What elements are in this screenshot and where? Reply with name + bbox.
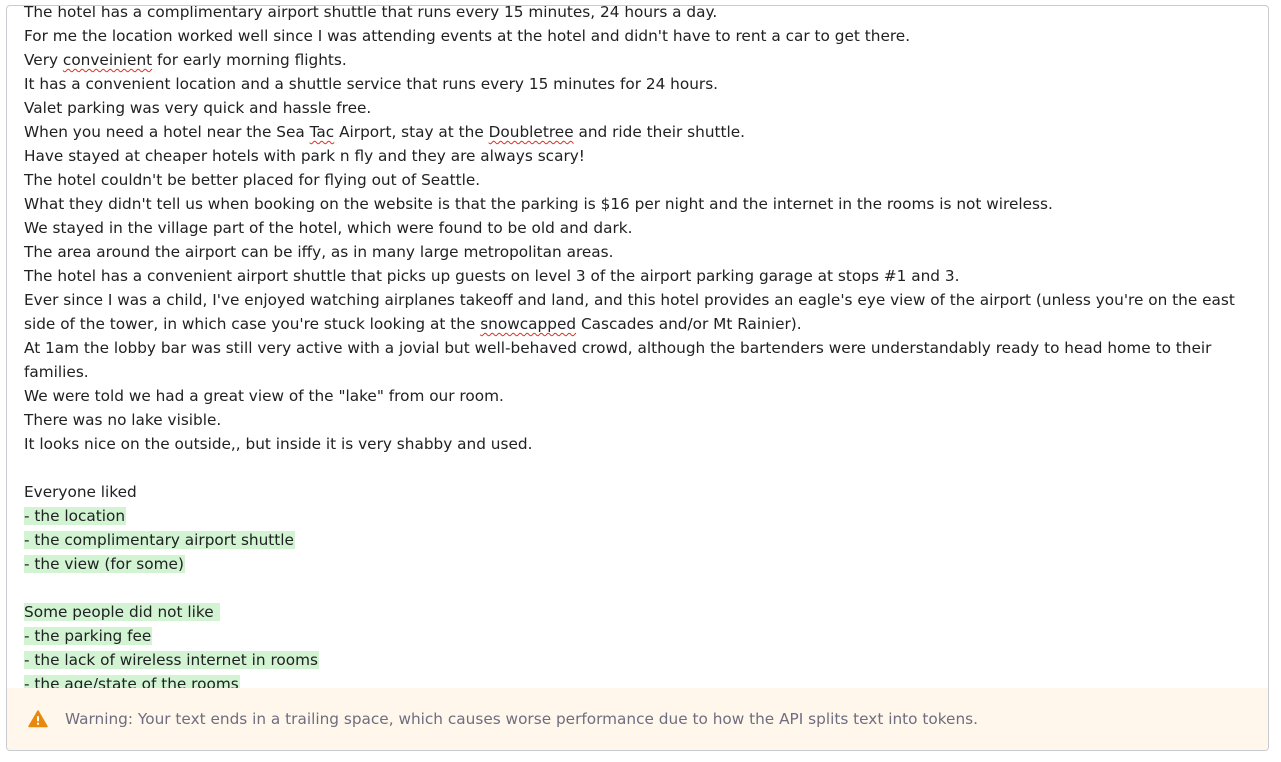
text-line: It has a convenient location and a shutt… [24,75,719,93]
text-line: The hotel has a convenient airport shutt… [24,267,960,285]
misspelled-word[interactable]: Tac [310,123,335,141]
text-line: The area around the airport can be iffy,… [24,243,614,261]
text-line: We stayed in the village part of the hot… [24,219,633,237]
completion-text: - the view (for some) [24,555,185,573]
completion-text: - the parking fee [24,627,153,645]
text-line: There was no lake visible. [24,411,222,429]
completion-line: - the view (for some) [24,552,1240,576]
completion-text: Some people did not like [24,603,220,621]
text-line: Ever since I was a child, I've enjoyed w… [24,291,1240,333]
completion-line: Some people did not like [24,600,1240,624]
liked-heading: Everyone liked [24,483,137,501]
text-line: When you need a hotel near the Sea Tac A… [24,123,746,141]
text-line: The hotel couldn't be better placed for … [24,171,481,189]
completion-text: - the location [24,507,127,525]
prompt-textarea[interactable]: The hotel has a complimentary airport sh… [7,6,1268,690]
completion-line: - the location [24,504,1240,528]
completion-line: - the complimentary airport shuttle [24,528,1240,552]
warning-triangle-icon [28,709,48,729]
text-line: For me the location worked well since I … [24,27,911,45]
trailing-space-warning: Warning: Your text ends in a trailing sp… [7,688,1268,750]
text-line: What they didn't tell us when booking on… [24,195,1053,213]
text-line: It looks nice on the outside,, but insid… [24,435,533,453]
text-line: Valet parking was very quick and hassle … [24,99,372,117]
text-line: At 1am the lobby bar was still very acti… [24,339,1217,381]
completion-text: - the lack of wireless internet in rooms [24,651,319,669]
misspelled-word[interactable]: conveinient [63,51,152,69]
completion-line: - the lack of wireless internet in rooms [24,648,1240,672]
prompt-editor[interactable]: The hotel has a complimentary airport sh… [6,5,1269,751]
text-line: The hotel has a complimentary airport sh… [24,6,718,21]
warning-message: Warning: Your text ends in a trailing sp… [65,710,978,728]
misspelled-word[interactable]: Doubletree [489,123,574,141]
text-line: Have stayed at cheaper hotels with park … [24,147,585,165]
misspelled-word[interactable]: snowcapped [480,315,576,333]
completion-line: - the parking fee [24,624,1240,648]
completion-text: - the complimentary airport shuttle [24,531,295,549]
text-line: We were told we had a great view of the … [24,387,504,405]
text-line: Very conveinient for early morning fligh… [24,51,347,69]
